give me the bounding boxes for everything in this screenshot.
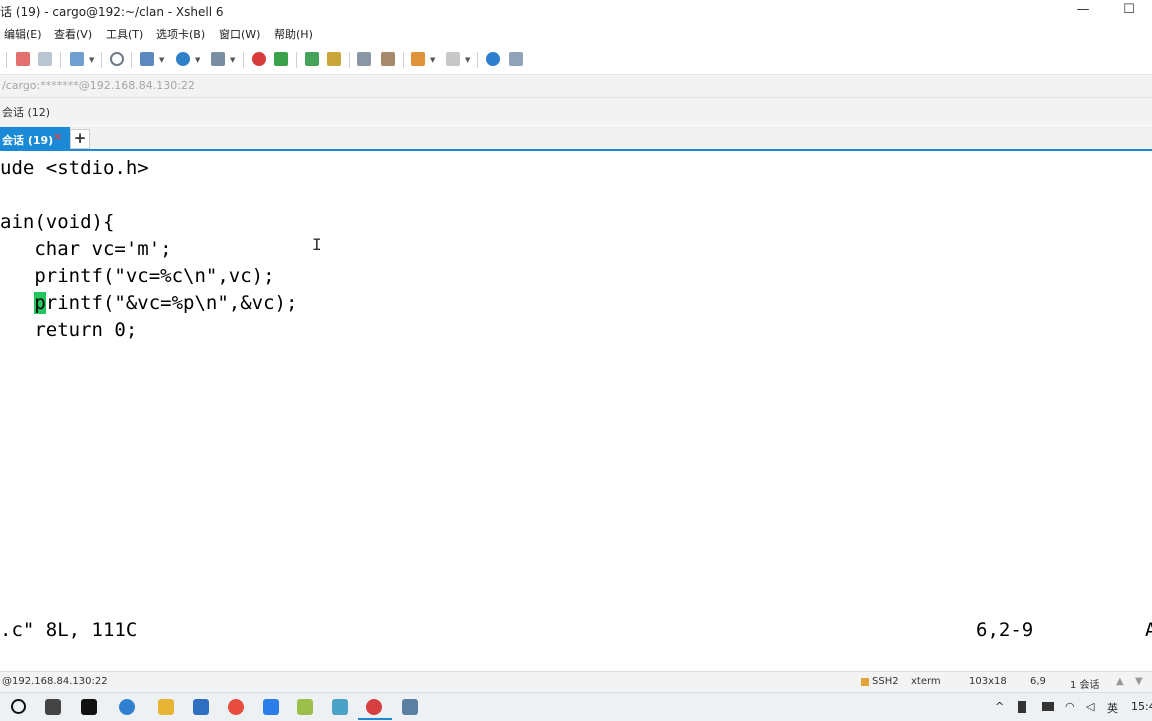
compose-icon[interactable] [411, 52, 425, 66]
toolbar-separator [477, 52, 478, 68]
task-view-icon[interactable] [45, 699, 61, 715]
arrow-down-icon[interactable]: ▼ [1135, 676, 1143, 687]
monitor-icon[interactable] [1042, 702, 1054, 711]
toolbar-separator [101, 52, 102, 68]
editor-icon[interactable] [263, 699, 279, 715]
input-method-label[interactable]: 英 [1107, 700, 1118, 716]
title-bar: 话 (19) - cargo@192:~/clan - Xshell 6 — ☐ [0, 0, 1152, 22]
chrome-icon[interactable] [228, 699, 244, 715]
taskbar: ^ ◠ ◁ 英 15:4 [0, 692, 1152, 721]
add-tab-button[interactable]: + [70, 129, 90, 149]
arrow-up-icon[interactable]: ▲ [1116, 676, 1124, 687]
minimize-button[interactable]: — [1060, 0, 1106, 22]
script-icon[interactable] [381, 52, 395, 66]
search-circle-icon[interactable] [11, 699, 26, 714]
chevron-down-icon[interactable]: ▼ [430, 56, 435, 64]
line-rest: rintf("&vc=%p\n",&vc); [45, 292, 298, 314]
volume-icon[interactable]: ◁ [1086, 700, 1094, 713]
session-bar[interactable]: 会话 (12) [0, 98, 1152, 125]
menu-view[interactable]: 查看(V) [54, 26, 92, 42]
layout-icon[interactable] [140, 52, 154, 66]
keyboard-icon[interactable] [357, 52, 371, 66]
connection-status: @192.168.84.130:22 [2, 676, 108, 687]
menu-edit[interactable]: 编辑(E) [4, 26, 42, 42]
text-cursor: p [34, 292, 46, 314]
image-icon[interactable] [297, 699, 313, 715]
chevron-down-icon[interactable]: ▼ [230, 56, 235, 64]
toolbar-separator [243, 52, 244, 68]
tool-icon[interactable] [402, 699, 418, 715]
search-icon[interactable] [110, 52, 124, 66]
address-bar[interactable]: /cargo:*******@192.168.84.130:22 [0, 75, 1152, 98]
toolbar-separator [6, 52, 7, 68]
vim-file-info: .c" 8L, 111C [0, 619, 138, 641]
new-session-icon[interactable] [70, 52, 84, 66]
terminal-line-5: printf("vc=%c\n",vc); [0, 265, 275, 287]
toolbar-separator [131, 52, 132, 68]
toolbar: ▼ ▼ ▼ ▼ ▼ ▼ [0, 44, 1152, 75]
close-icon[interactable]: × [53, 130, 62, 143]
wifi-icon[interactable]: ◠ [1065, 700, 1075, 713]
clock[interactable]: 15:4 [1131, 700, 1152, 713]
window-title: 话 (19) - cargo@192:~/clan - Xshell 6 [0, 5, 224, 19]
chat-icon[interactable] [509, 52, 523, 66]
chevron-down-icon[interactable]: ▼ [159, 56, 164, 64]
address-text: /cargo:*******@192.168.84.130:22 [2, 79, 195, 92]
session-label: 会话 (12) [2, 106, 51, 119]
tab-strip: 会话 (19) × + [0, 126, 1152, 151]
toolbar-separator [349, 52, 350, 68]
session-count: 1 会话 [1070, 680, 1100, 691]
tray-chevron-icon[interactable]: ^ [995, 700, 1004, 713]
terminal-line-1: ude <stdio.h> [0, 157, 149, 179]
terminal-size: 103x18 [969, 676, 1007, 687]
help-icon[interactable] [486, 52, 500, 66]
tile-icon[interactable] [446, 52, 460, 66]
font-icon[interactable] [211, 52, 225, 66]
terminal[interactable]: ude <stdio.h> ain(void){ char vc='m'; pr… [0, 151, 1152, 669]
toolbar-separator [60, 52, 61, 68]
window-icon[interactable] [332, 699, 348, 715]
fullscreen-icon[interactable] [305, 52, 319, 66]
toolbar-separator [296, 52, 297, 68]
maximize-button[interactable]: ☐ [1106, 0, 1152, 22]
disconnect-icon[interactable] [16, 52, 30, 66]
tab-label: 会话 (19) [2, 134, 54, 147]
terminal-type: xterm [911, 676, 941, 687]
terminal-line-4: char vc='m'; [0, 238, 172, 260]
folder-icon[interactable] [158, 699, 174, 715]
lock-icon [861, 678, 869, 686]
battery-icon[interactable] [1018, 701, 1026, 713]
mail-icon[interactable] [193, 699, 209, 715]
chevron-down-icon[interactable]: ▼ [465, 56, 470, 64]
lock-icon[interactable] [327, 52, 341, 66]
app-icon[interactable] [81, 699, 97, 715]
menu-bar: 编辑(E) 查看(V) 工具(T) 选项卡(B) 窗口(W) 帮助(H) [0, 22, 1152, 44]
mouse-ibeam-icon: I [312, 235, 322, 254]
ie-icon[interactable] [119, 699, 135, 715]
menu-tabs[interactable]: 选项卡(B) [156, 26, 205, 42]
transfer-icon[interactable] [274, 52, 288, 66]
globe-icon[interactable] [176, 52, 190, 66]
menu-help[interactable]: 帮助(H) [274, 26, 313, 42]
terminal-line-3: ain(void){ [0, 211, 115, 233]
vim-cursor-position: 6,2-9 [976, 619, 1034, 641]
menu-window[interactable]: 窗口(W) [219, 26, 260, 42]
status-bar: @192.168.84.130:22 SSH2 xterm 103x18 6,9… [0, 671, 1152, 693]
terminal-line-7: return 0; [0, 319, 138, 341]
cursor-position: 6,9 [1030, 676, 1046, 687]
vim-scroll-position: A [1145, 619, 1152, 641]
reconnect-icon[interactable] [38, 52, 52, 66]
chevron-down-icon[interactable]: ▼ [89, 56, 94, 64]
protocol-label: SSH2 [872, 676, 899, 687]
terminal-line-6: printf("&vc=%p\n",&vc); [0, 292, 297, 314]
xshell-icon[interactable] [366, 699, 382, 715]
menu-tools[interactable]: 工具(T) [106, 26, 143, 42]
toolbar-separator [403, 52, 404, 68]
chevron-down-icon[interactable]: ▼ [195, 56, 200, 64]
xftp-icon[interactable] [252, 52, 266, 66]
